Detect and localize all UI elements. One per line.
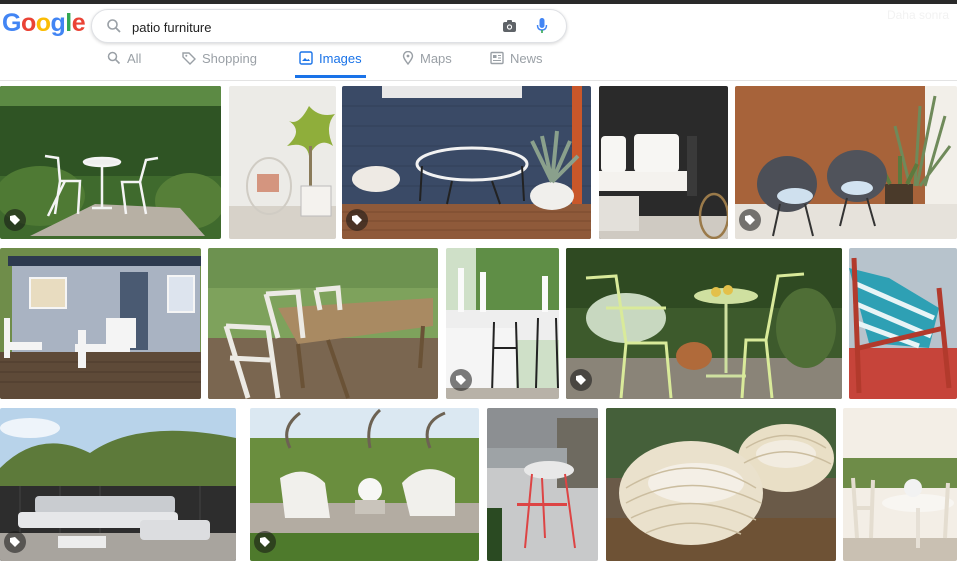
camera-icon[interactable]	[502, 19, 517, 33]
result-photo	[606, 408, 836, 561]
image-results-grid	[0, 84, 957, 561]
tab-label: Shopping	[202, 51, 257, 66]
product-tag-icon	[4, 531, 26, 553]
image-result[interactable]	[250, 408, 479, 561]
search-tabs: All Shopping Images Maps News	[0, 50, 957, 80]
tab-shopping[interactable]: Shopping	[182, 50, 257, 78]
image-icon	[299, 51, 313, 65]
search-results-page: Google Daha sonra All Shopping	[0, 0, 957, 561]
tab-label: News	[510, 51, 543, 66]
image-result[interactable]	[606, 408, 836, 561]
header-divider	[0, 80, 957, 81]
logo-letter: o	[20, 9, 36, 37]
product-tag-icon	[570, 369, 592, 391]
search-box[interactable]	[91, 9, 567, 43]
image-result[interactable]	[0, 86, 221, 239]
result-photo	[0, 86, 221, 239]
later-link[interactable]: Daha sonra	[887, 8, 949, 22]
mic-icon[interactable]	[536, 17, 548, 35]
news-icon	[490, 51, 504, 65]
logo-letter: G	[2, 9, 21, 37]
product-tag-icon	[346, 209, 368, 231]
result-photo	[735, 86, 957, 239]
logo-letter: g	[50, 9, 66, 37]
image-result[interactable]	[599, 86, 728, 239]
result-photo	[208, 248, 438, 399]
product-tag-icon	[4, 209, 26, 231]
result-photo	[0, 408, 236, 561]
tab-label: All	[127, 51, 142, 66]
tab-maps[interactable]: Maps	[402, 50, 452, 78]
image-result[interactable]	[735, 86, 957, 239]
result-photo	[849, 248, 957, 399]
tab-news[interactable]: News	[490, 50, 543, 78]
result-photo	[599, 86, 728, 239]
result-photo	[566, 248, 842, 399]
image-result[interactable]	[229, 86, 336, 239]
tab-label: Maps	[420, 51, 452, 66]
image-result[interactable]	[843, 408, 957, 561]
logo-letter: o	[35, 9, 51, 37]
google-logo[interactable]: Google	[2, 9, 86, 38]
tab-all[interactable]: All	[107, 50, 141, 78]
result-photo	[843, 408, 957, 561]
result-photo	[487, 408, 598, 561]
image-result[interactable]	[208, 248, 438, 399]
image-result[interactable]	[0, 408, 236, 561]
logo-letter: e	[71, 9, 86, 37]
image-result[interactable]	[849, 248, 957, 399]
search-input[interactable]	[130, 15, 494, 39]
product-tag-icon	[254, 531, 276, 553]
search-icon[interactable]	[106, 18, 122, 34]
product-tag-icon	[739, 209, 761, 231]
image-result[interactable]	[446, 248, 559, 399]
image-result[interactable]	[487, 408, 598, 561]
result-photo	[229, 86, 336, 239]
search-icon	[107, 51, 121, 65]
map-pin-icon	[402, 51, 414, 65]
result-photo	[342, 86, 591, 239]
image-result[interactable]	[342, 86, 591, 239]
image-result[interactable]	[566, 248, 842, 399]
shopping-tag-icon	[182, 52, 196, 65]
image-result[interactable]	[0, 248, 201, 399]
result-photo	[250, 408, 479, 561]
result-photo	[0, 248, 201, 399]
tab-label: Images	[319, 51, 362, 66]
tab-images[interactable]: Images	[295, 50, 366, 78]
top-edge	[0, 0, 957, 4]
product-tag-icon	[450, 369, 472, 391]
